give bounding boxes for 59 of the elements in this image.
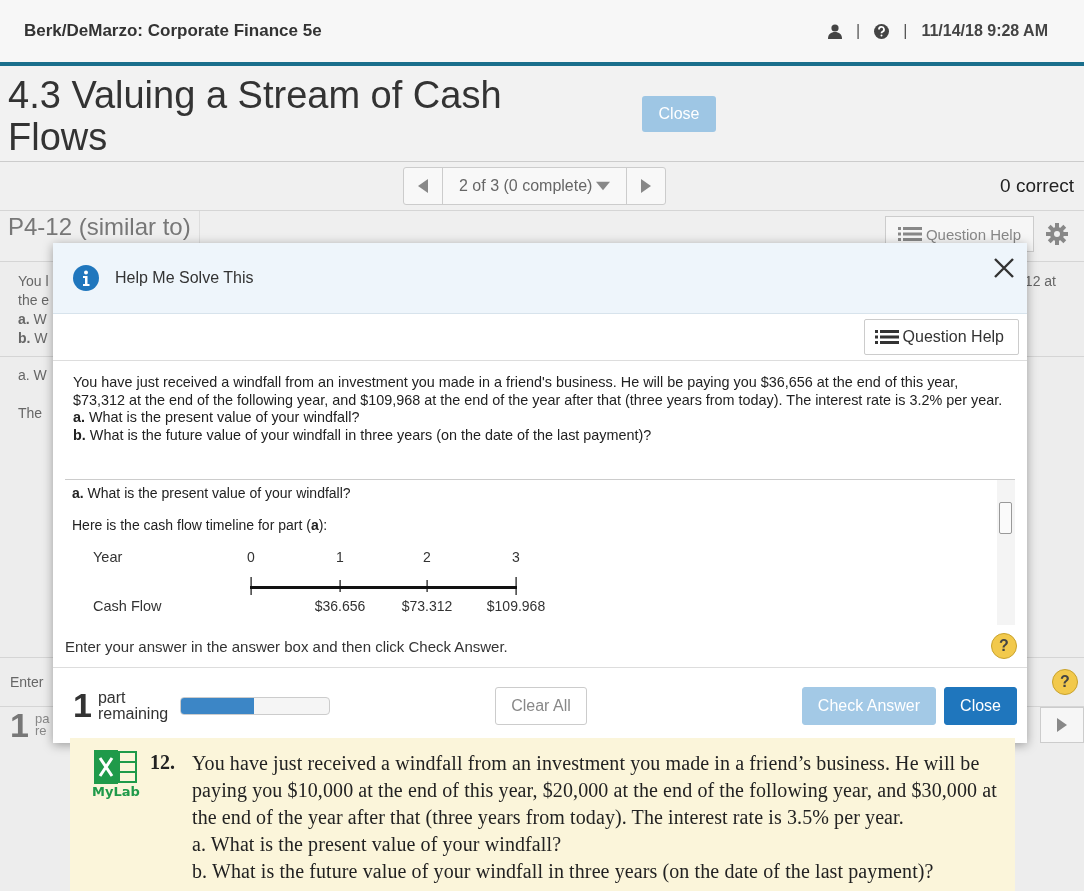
logo-text: MyLab	[92, 784, 140, 799]
parts-label: part	[97, 689, 126, 706]
cash-flow-value: $109.968	[486, 598, 546, 614]
parts-count: 1	[10, 705, 29, 745]
problem-number: 12.	[150, 750, 176, 775]
dialog-title: Help Me Solve This	[115, 269, 255, 287]
step-text: Here is the cash flow timeline for part (a):	[72, 517, 329, 533]
list-icon	[897, 226, 922, 242]
problem-text: b. What is the future value of your windfall in three years (on the date of the last payment)?	[192, 859, 935, 885]
user-icon[interactable]	[828, 23, 843, 39]
question-text: b. W	[18, 329, 48, 348]
parts-label: pa	[34, 713, 50, 725]
caret-icon	[596, 179, 611, 193]
date-time: 11/14/18 9:28 AM	[921, 22, 1048, 40]
problem-text: You have just received a windfall from an investment you made in a friend's business. He will be paying you $36,656 at the end of this year, $73,312 at the end of the following year, and $109,968 at the end of the year after that (three years from today). The interest rate is 3.2% per year.	[73, 374, 1003, 409]
problem-text: a. What is the present value of your windfall?	[192, 832, 563, 858]
scrollbar[interactable]	[997, 480, 1015, 625]
question-text: You l	[18, 272, 49, 291]
right-arrow-icon	[641, 179, 652, 193]
cash-flow-value: $36.656	[314, 598, 366, 614]
right-arrow-icon	[1057, 718, 1067, 732]
year-label: 0	[247, 549, 255, 565]
parts-label: remaining	[97, 705, 169, 722]
question-text: a. W	[18, 366, 47, 385]
question-text: the e	[18, 291, 50, 310]
help-icon[interactable]: ?	[1052, 669, 1078, 695]
question-text: 12 at	[1024, 272, 1056, 291]
question-text: a. W	[18, 310, 47, 329]
question-text: The	[18, 404, 43, 423]
help-icon[interactable]	[874, 23, 890, 39]
problem-text: a. What is the present value of your windfall?	[73, 409, 361, 427]
section-title: 4.3 Valuing a Stream of Cash Flows	[8, 74, 503, 158]
score-text: 0 correct	[1000, 175, 1074, 197]
row-label: Year	[93, 549, 123, 565]
problem-text: b. What is the future value of your windfall in three years (on the date of the last payment)?	[73, 426, 653, 444]
spreadsheet-icon	[94, 750, 138, 784]
cash-flow-value: $73.312	[401, 598, 453, 614]
row-label: Cash Flow	[93, 598, 162, 614]
parts-count: 1	[73, 686, 92, 725]
step-question: a. What is the present value of your windfall?	[72, 485, 352, 501]
dialog-button[interactable]: Close	[944, 686, 1017, 725]
instruction-text: Enter your answer in the answer box and then click Check Answer.	[65, 637, 508, 655]
problem-text: You have just received a windfall from an investment you made in a friend’s business. He will be paying you $10,000 at the end of this year, $20,000 at the end of the following year, and $30,000 at the end of the year after that (three years from today). The interest rate is 3.5% per year.	[192, 751, 998, 831]
course-title: Berk/DeMarzo: Corporate Finance 5e	[24, 21, 323, 41]
list-icon	[874, 329, 899, 345]
parts-label: re	[34, 725, 47, 737]
separator: |	[856, 22, 861, 40]
instruction-text: Enter	[10, 672, 44, 692]
year-label: 3	[512, 549, 520, 565]
help-icon[interactable]: ?	[991, 633, 1017, 659]
dialog-button[interactable]: Clear All	[495, 686, 587, 725]
settings-icon[interactable]	[1046, 223, 1068, 245]
next-button[interactable]	[1040, 707, 1084, 743]
info-icon	[73, 265, 99, 291]
question-help-button[interactable]: Question Help	[863, 319, 1019, 355]
year-label: 1	[336, 549, 344, 565]
year-label: 2	[423, 549, 431, 565]
separator: |	[903, 22, 908, 40]
left-arrow-icon	[418, 179, 428, 193]
